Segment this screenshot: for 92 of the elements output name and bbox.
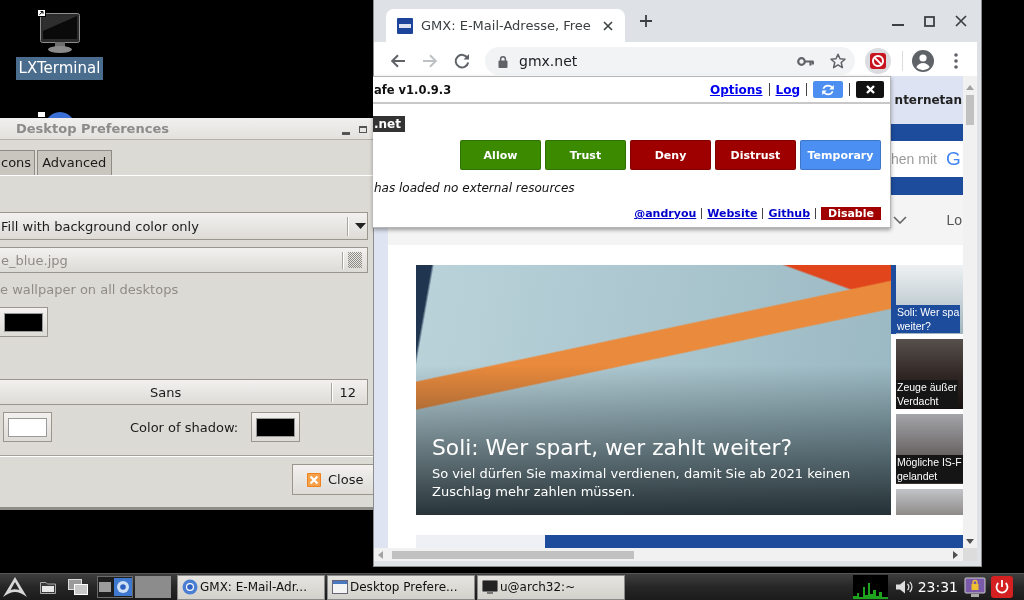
maximize-icon[interactable] — [924, 15, 935, 27]
lock-icon — [498, 54, 508, 68]
teaser-thumbnail[interactable]: Mögliche IS-F gelandet — [896, 414, 963, 484]
close-button[interactable]: Close — [292, 464, 373, 495]
task-button[interactable]: u@arch32:~ — [477, 574, 625, 600]
close-icon[interactable] — [603, 20, 613, 31]
teaser-caption: Zeuge äußer Verdacht — [896, 380, 959, 408]
clock[interactable]: 23:31 — [916, 579, 959, 595]
domain-tag: .net — [373, 116, 405, 132]
task-button[interactable]: Desktop Prefere... — [327, 574, 475, 600]
close-button[interactable] — [856, 81, 884, 98]
horizontal-scrollbar[interactable] — [374, 548, 963, 561]
link[interactable]: Website — [707, 207, 758, 220]
monitor-icon — [482, 579, 498, 595]
key-icon[interactable] — [797, 56, 814, 66]
scroll-down-icon[interactable] — [966, 539, 974, 544]
task-button[interactable]: GMX: E-Mail-Adr... — [177, 574, 325, 600]
power-icon[interactable] — [991, 576, 1013, 598]
link[interactable]: Options — [709, 82, 763, 97]
search-field[interactable]: hen mit G — [891, 141, 963, 177]
tab[interactable]: Advanced — [37, 150, 113, 175]
minimize-icon[interactable] — [342, 131, 350, 135]
tab[interactable]: cons — [0, 150, 36, 175]
maximize-icon[interactable] — [359, 126, 367, 133]
popup-title: afe v1.0.9.3 — [373, 82, 453, 97]
fill-mode-dropdown[interactable]: Fill with background color only — [0, 212, 368, 240]
address-field[interactable]: gmx.net — [485, 47, 855, 75]
status-text: has loaded no external resources — [373, 181, 575, 195]
close-icon — [307, 472, 321, 487]
color-button[interactable] — [3, 412, 52, 442]
nav-link[interactable]: Lo — [946, 212, 963, 228]
link[interactable]: Log — [775, 82, 800, 97]
volume-icon[interactable] — [894, 579, 913, 595]
workspace-thumbnail[interactable] — [97, 576, 133, 598]
color-button[interactable] — [251, 412, 301, 442]
vertical-scrollbar[interactable] — [963, 76, 977, 548]
usage-graph-icon — [852, 575, 888, 599]
windows-icon[interactable] — [68, 579, 88, 595]
header-text: nternetan — [894, 93, 963, 107]
field-label: Color of shadow: — [130, 419, 239, 435]
search-logo: G — [945, 148, 961, 170]
headline: Soli: Wer spart, wer zahlt weiter? — [432, 435, 794, 461]
window-icon — [332, 579, 348, 595]
folder-icon[interactable] — [40, 580, 56, 594]
star-icon[interactable] — [830, 53, 846, 69]
action-button[interactable]: Deny — [630, 140, 711, 170]
refresh-icon — [821, 83, 835, 96]
link[interactable]: @andryou — [634, 207, 697, 220]
hero-photo[interactable]: Soli: Wer spart, wer zahlt weiter? So viel dürfen Sie maximal verdienen, damit Sie ab 2021 keinen Zuschlag mehr zahlen müssen. — [416, 265, 891, 515]
desktop-icon-label[interactable]: LXTerminal — [15, 57, 104, 80]
disable-button[interactable]: Disable — [821, 207, 881, 220]
lock-icon[interactable] — [964, 576, 986, 598]
window-miniature-icon — [99, 582, 111, 592]
teaser-caption: Soli: Wer spa weiter? — [896, 305, 961, 333]
header-stripe — [891, 177, 963, 195]
link[interactable]: Github — [768, 207, 810, 220]
browser-icon — [114, 578, 132, 596]
checker-icon — [348, 252, 362, 268]
action-button[interactable]: Trust — [545, 140, 626, 170]
window-title: Desktop Preferences — [16, 121, 170, 136]
teaser-thumbnail[interactable]: Soli: Wer spa weiter? — [891, 265, 963, 334]
action-button[interactable]: Distrust — [715, 140, 796, 170]
refresh-button[interactable] — [813, 81, 843, 98]
shortcut-icon[interactable] — [36, 111, 73, 118]
close-icon — [865, 85, 875, 94]
action-button[interactable]: Allow — [460, 140, 541, 170]
monitor-icon[interactable] — [37, 9, 82, 54]
workspace-thumbnail[interactable] — [135, 576, 171, 598]
browser-tab[interactable]: GMX: E-Mail-Adresse, Free — [386, 9, 625, 42]
scrollbar-thumb[interactable] — [392, 550, 634, 559]
caret-icon — [355, 223, 366, 229]
teaser-caption: Mögliche IS-F gelandet — [896, 455, 963, 483]
checkbox-label: e wallpaper on all desktops — [0, 283, 179, 297]
account-icon[interactable] — [912, 50, 934, 72]
color-button[interactable] — [0, 307, 48, 337]
teaser-thumbnail[interactable] — [896, 489, 963, 515]
menu-icon[interactable] — [2, 576, 28, 598]
menu-icon[interactable] — [954, 53, 958, 69]
close-icon[interactable] — [955, 15, 967, 27]
browser-icon — [182, 579, 198, 595]
font-button[interactable]: Sans 12 — [0, 379, 368, 405]
chevron-down-icon[interactable] — [893, 216, 907, 224]
teaser-thumbnail[interactable]: Zeuge äußer Verdacht — [896, 339, 963, 409]
teaser-text: So viel dürfen Sie maximal verdienen, damit Sie ab 2021 keinen Zuschlag mehr zahlen müssen. — [432, 465, 852, 501]
plus-icon[interactable] — [640, 15, 652, 27]
scroll-right-icon[interactable] — [953, 550, 958, 559]
scrollbar-thumb[interactable] — [966, 95, 974, 125]
scrollbar-corner — [963, 548, 977, 561]
reload-icon[interactable] — [452, 51, 472, 71]
site-logo-icon — [397, 17, 413, 34]
header-stripe — [891, 124, 963, 141]
prohibited-icon[interactable] — [865, 48, 891, 74]
